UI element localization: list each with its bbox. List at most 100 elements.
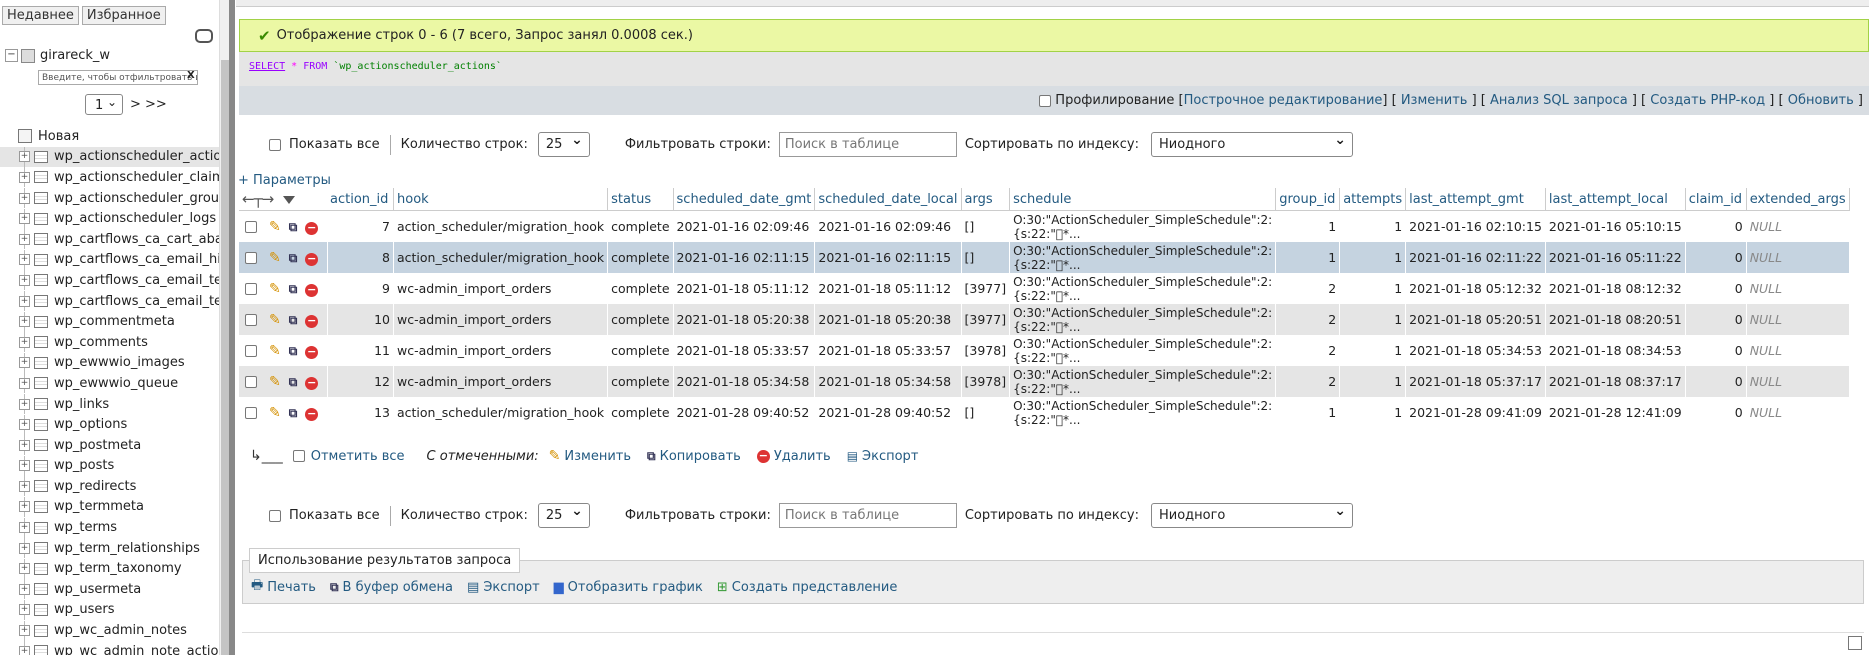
table-icon[interactable] (34, 583, 48, 596)
column-header-action-id[interactable]: action_id (327, 188, 394, 211)
cell-scheduled-date-local[interactable]: 2021-01-18 05:20:38 (814, 304, 962, 335)
bulk-export-button[interactable]: ▤ Экспорт (847, 449, 919, 464)
nav-table-item[interactable]: + wp_commentmeta (0, 311, 219, 332)
nav-table-name[interactable]: wp_termmeta (54, 499, 144, 514)
cell-last-attempt-local[interactable]: 2021-01-16 05:10:15 (1545, 210, 1686, 242)
nav-table-item[interactable]: + wp_actionscheduler_claims (0, 167, 219, 188)
table-icon[interactable] (34, 439, 48, 452)
cell-extended-args[interactable]: NULL (1746, 304, 1850, 335)
create-view-button[interactable]: ⊞ Создать представление (717, 580, 898, 595)
cell-scheduled-date-local[interactable]: 2021-01-18 05:34:58 (814, 366, 962, 397)
cell-group-id[interactable]: 1 (1275, 242, 1341, 273)
nav-table-item[interactable]: + wp_users (0, 599, 219, 621)
delete-row-icon[interactable]: − (305, 376, 319, 390)
expand-icon[interactable]: + (19, 398, 30, 410)
table-icon[interactable] (34, 295, 48, 308)
column-header-schedule[interactable]: schedule (1009, 188, 1277, 211)
cell-attempts[interactable]: 1 (1339, 397, 1407, 428)
cell-scheduled-date-local[interactable]: 2021-01-16 02:09:46 (814, 210, 962, 242)
edit-row-icon[interactable]: ✎ (269, 405, 281, 421)
table-row[interactable]: ✎ ⧉ −10 wc-admin_import_orders complete 202… (239, 304, 1850, 335)
nav-table-item[interactable]: + wp_actionscheduler_actions (0, 146, 219, 168)
table-icon[interactable] (34, 562, 48, 575)
nav-table-item[interactable]: + wp_actionscheduler_logs (0, 208, 219, 229)
cell-attempts[interactable]: 1 (1339, 366, 1407, 397)
expand-icon[interactable]: + (19, 336, 30, 348)
delete-row-icon[interactable]: − (305, 407, 319, 421)
print-button[interactable]: 🖶 Печать (251, 576, 316, 598)
column-header-claim-id[interactable]: claim_id (1685, 188, 1747, 211)
cell-group-id[interactable]: 2 (1275, 304, 1341, 335)
column-header-extended-args[interactable]: extended_args (1746, 188, 1850, 211)
copy-row-icon[interactable]: ⧉ (289, 344, 298, 358)
nav-table-name[interactable]: wp_cartflows_ca_email_templates_meta (54, 294, 219, 309)
expand-icon[interactable]: + (19, 460, 30, 472)
copy-row-icon[interactable]: ⧉ (289, 282, 298, 296)
cell-args[interactable]: [] (961, 242, 1011, 273)
cell-claim-id[interactable]: 0 (1685, 210, 1747, 242)
expand-icon[interactable]: + (19, 439, 30, 451)
column-header-attempts[interactable]: attempts (1339, 188, 1407, 211)
table-icon[interactable] (34, 253, 48, 266)
cell-group-id[interactable]: 2 (1275, 273, 1341, 304)
cell-schedule[interactable]: O:30:"ActionScheduler_SimpleSchedule":2:… (1009, 335, 1277, 366)
table-row[interactable]: ✎ ⧉ −13 action_scheduler/migration_hook co… (239, 397, 1850, 428)
cell-last-attempt-gmt[interactable]: 2021-01-16 02:11:22 (1405, 242, 1546, 273)
table-icon[interactable] (34, 377, 48, 390)
cell-hook[interactable]: action_scheduler/migration_hook (393, 210, 609, 242)
table-icon[interactable] (34, 150, 48, 163)
delete-row-icon[interactable]: − (305, 283, 319, 297)
options-toggle[interactable]: + Параметры (238, 173, 331, 188)
expand-icon[interactable]: + (19, 604, 30, 616)
nav-table-item[interactable]: + wp_postmeta (0, 435, 219, 456)
expand-icon[interactable]: + (19, 274, 30, 286)
expand-icon[interactable]: + (19, 583, 30, 595)
column-header-args[interactable]: args (961, 188, 1011, 211)
cell-claim-id[interactable]: 0 (1685, 304, 1747, 335)
chart-button[interactable]: ▆ Отобразить график (554, 580, 703, 595)
cell-extended-args[interactable]: NULL (1746, 242, 1850, 273)
cell-hook[interactable]: action_scheduler/migration_hook (393, 242, 609, 273)
column-header-scheduled-date-local[interactable]: scheduled_date_local (814, 188, 962, 211)
cell-args[interactable]: [3977] (961, 304, 1011, 335)
cell-schedule[interactable]: O:30:"ActionScheduler_SimpleSchedule":2:… (1009, 397, 1277, 428)
cell-group-id[interactable]: 1 (1275, 210, 1341, 242)
recent-tab[interactable]: Недавнее (2, 6, 79, 25)
cell-attempts[interactable]: 1 (1339, 304, 1407, 335)
sort-dropdown-icon[interactable] (283, 196, 296, 204)
table-icon[interactable] (34, 233, 48, 246)
cell-attempts[interactable]: 1 (1339, 273, 1407, 304)
nav-table-item[interactable]: + wp_term_taxonomy (0, 558, 219, 579)
cell-hook[interactable]: wc-admin_import_orders (393, 335, 609, 366)
table-icon[interactable] (34, 171, 48, 184)
cell-attempts[interactable]: 1 (1339, 242, 1407, 273)
table-icon[interactable] (34, 336, 48, 349)
cell-status[interactable]: complete (607, 304, 674, 335)
cell-scheduled-date-gmt[interactable]: 2021-01-18 05:34:58 (673, 366, 816, 397)
nav-table-name[interactable]: wp_cartflows_ca_email_templates (54, 273, 219, 288)
cell-last-attempt-local[interactable]: 2021-01-18 08:20:51 (1545, 304, 1686, 335)
nav-table-item[interactable]: + wp_cartflows_ca_cart_abandonment (0, 229, 219, 250)
expand-icon[interactable]: + (19, 563, 30, 575)
column-header-scheduled-date-gmt[interactable]: scheduled_date_gmt (673, 188, 816, 211)
expand-icon[interactable]: + (19, 480, 30, 492)
nav-table-name[interactable]: wp_actionscheduler_logs (54, 211, 216, 226)
column-header-hook[interactable]: hook (393, 188, 609, 211)
cell-action-id[interactable]: 13 (327, 397, 394, 428)
nav-table-name[interactable]: wp_users (54, 602, 115, 617)
cell-status[interactable]: complete (607, 366, 674, 397)
console-icon[interactable] (1848, 636, 1862, 650)
nav-table-name[interactable]: wp_wc_admin_note_actions (54, 644, 219, 655)
nav-table-name[interactable]: wp_term_relationships (54, 541, 200, 556)
table-icon[interactable] (34, 315, 48, 328)
cell-hook[interactable]: wc-admin_import_orders (393, 366, 609, 397)
cell-group-id[interactable]: 2 (1275, 366, 1341, 397)
expand-icon[interactable]: + (19, 645, 30, 655)
cell-claim-id[interactable]: 0 (1685, 366, 1747, 397)
cell-extended-args[interactable]: NULL (1746, 397, 1850, 428)
nav-table-name[interactable]: wp_cartflows_ca_email_history (54, 252, 219, 267)
nav-table-item[interactable]: + wp_termmeta (0, 496, 219, 518)
cell-action-id[interactable]: 9 (327, 273, 394, 304)
nav-table-name[interactable]: wp_actionscheduler_groups (54, 191, 219, 206)
database-name[interactable]: girareck_w (40, 48, 110, 63)
